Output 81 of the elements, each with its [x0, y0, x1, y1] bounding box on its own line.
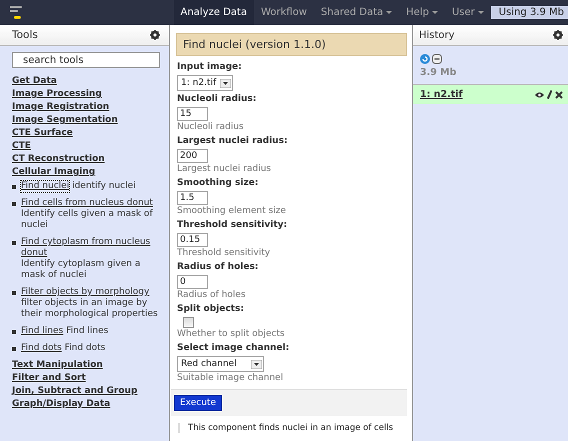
tool-link[interactable]: Find dots — [21, 343, 62, 354]
number-field[interactable]: 200 — [177, 149, 208, 163]
help-text: Suitable image channel — [177, 373, 284, 384]
collapse-icon[interactable] — [432, 54, 442, 64]
tool-section-link[interactable]: Graph/Display Data — [12, 399, 161, 410]
tool-section-link[interactable]: CT Reconstruction — [12, 154, 161, 165]
delete-icon[interactable] — [555, 90, 563, 98]
eye-icon[interactable] — [535, 92, 544, 98]
tool-description: Find dots — [64, 343, 106, 354]
nav-tab[interactable]: Shared Data — [314, 0, 400, 25]
help-text: Smoothing element size — [177, 206, 287, 217]
nav-tab[interactable]: Analyze Data — [174, 0, 254, 25]
caret-icon — [478, 11, 484, 14]
bullet-icon — [12, 185, 16, 189]
field-label: Input image: — [177, 62, 243, 73]
number-field[interactable]: 1.5 — [177, 191, 208, 205]
field-label: Select image channel: — [177, 343, 290, 354]
tool-section-link[interactable]: Filter and Sort — [12, 373, 161, 384]
history-item[interactable]: 1: n2.tif — [413, 84, 568, 104]
field-label: Split objects: — [177, 304, 245, 315]
refresh-icon[interactable] — [420, 54, 430, 64]
help-text: Nucleoli radius — [177, 122, 245, 133]
tool-link[interactable]: Filter objects by morphology — [21, 287, 150, 298]
nav-tab[interactable]: Help — [399, 0, 445, 25]
caret-icon — [250, 360, 262, 368]
caret-icon — [432, 11, 438, 14]
history-size: 3.9 Mb — [420, 67, 458, 78]
tool-form-title: Find nuclei (version 1.1.0) — [176, 33, 407, 56]
tool-section-link[interactable]: CTE — [12, 141, 161, 152]
logo-icon — [10, 6, 24, 20]
settings-icon[interactable] — [553, 30, 563, 40]
select-dropdown[interactable]: Red channel — [177, 356, 264, 372]
tool-section-link[interactable]: Image Registration — [12, 102, 161, 113]
tool-section-link[interactable]: Image Processing — [12, 89, 161, 100]
bullet-icon — [12, 330, 16, 334]
select-dropdown[interactable]: 1: n2.tif — [177, 75, 234, 91]
help-text: Largest nuclei radius — [177, 164, 272, 175]
tool-link[interactable]: Find cytoplasm from nucleus donut — [21, 237, 161, 259]
panel-title: History — [419, 30, 455, 40]
bullet-icon — [12, 241, 16, 245]
bullet-icon — [12, 202, 16, 206]
panel-title: Tools — [12, 29, 38, 41]
search-field[interactable]: search tools — [12, 52, 160, 68]
tool-link[interactable]: Find nuclei — [21, 181, 70, 192]
tool-link[interactable]: Find cells from nucleus donut — [21, 198, 153, 209]
nav-tab[interactable]: Workflow — [254, 0, 314, 25]
caret-icon — [220, 78, 232, 88]
usage-meter: Using 3.9 Mb — [490, 6, 568, 19]
number-field[interactable]: 0.15 — [177, 233, 208, 247]
field-label: Radius of holes: — [177, 262, 260, 273]
tool-link[interactable]: Find lines — [21, 326, 64, 337]
tool-section-link[interactable]: CTE Surface — [12, 128, 161, 139]
checkbox[interactable] — [183, 317, 194, 328]
tool-section-link[interactable]: Cellular Imaging — [12, 167, 161, 178]
field-label: Nucleoli radius: — [177, 94, 258, 105]
pencil-icon[interactable] — [547, 90, 552, 99]
dataset-link[interactable]: 1: n2.tif — [420, 89, 463, 100]
tool-help-text: This component finds nuclei in an image of cells — [178, 423, 407, 433]
field-label: Largest nuclei radius: — [177, 136, 289, 147]
tool-description: Identify cells given a mask of nuclei — [21, 209, 154, 231]
tool-description: identify nuclei — [72, 181, 136, 192]
field-label: Smoothing size: — [177, 178, 260, 189]
field-label: Threshold sensitivity: — [177, 220, 288, 231]
help-text: Threshold sensitivity — [177, 248, 272, 259]
tool-section-link[interactable]: Join, Subtract and Group — [12, 386, 161, 397]
tool-section-link[interactable]: Image Segmentation — [12, 115, 161, 126]
number-field[interactable]: 0 — [177, 275, 208, 289]
settings-icon[interactable] — [150, 30, 160, 40]
tool-section-link[interactable]: Text Manipulation — [12, 360, 161, 371]
execute-button[interactable]: Execute — [174, 395, 222, 411]
tool-description: Identify cytoplasm given a mask of nuclei — [21, 259, 142, 281]
bullet-icon — [12, 291, 16, 295]
bullet-icon — [12, 347, 16, 351]
help-text: Whether to split objects — [177, 329, 286, 340]
tool-description: filter objects in an image by their morphological properties — [21, 298, 159, 320]
tool-description: Find lines — [66, 326, 108, 337]
caret-icon — [386, 11, 392, 14]
help-text: Radius of holes — [177, 290, 247, 301]
tool-section-link[interactable]: Get Data — [12, 76, 161, 87]
number-field[interactable]: 15 — [177, 107, 208, 121]
nav-tab[interactable]: User — [444, 0, 491, 25]
